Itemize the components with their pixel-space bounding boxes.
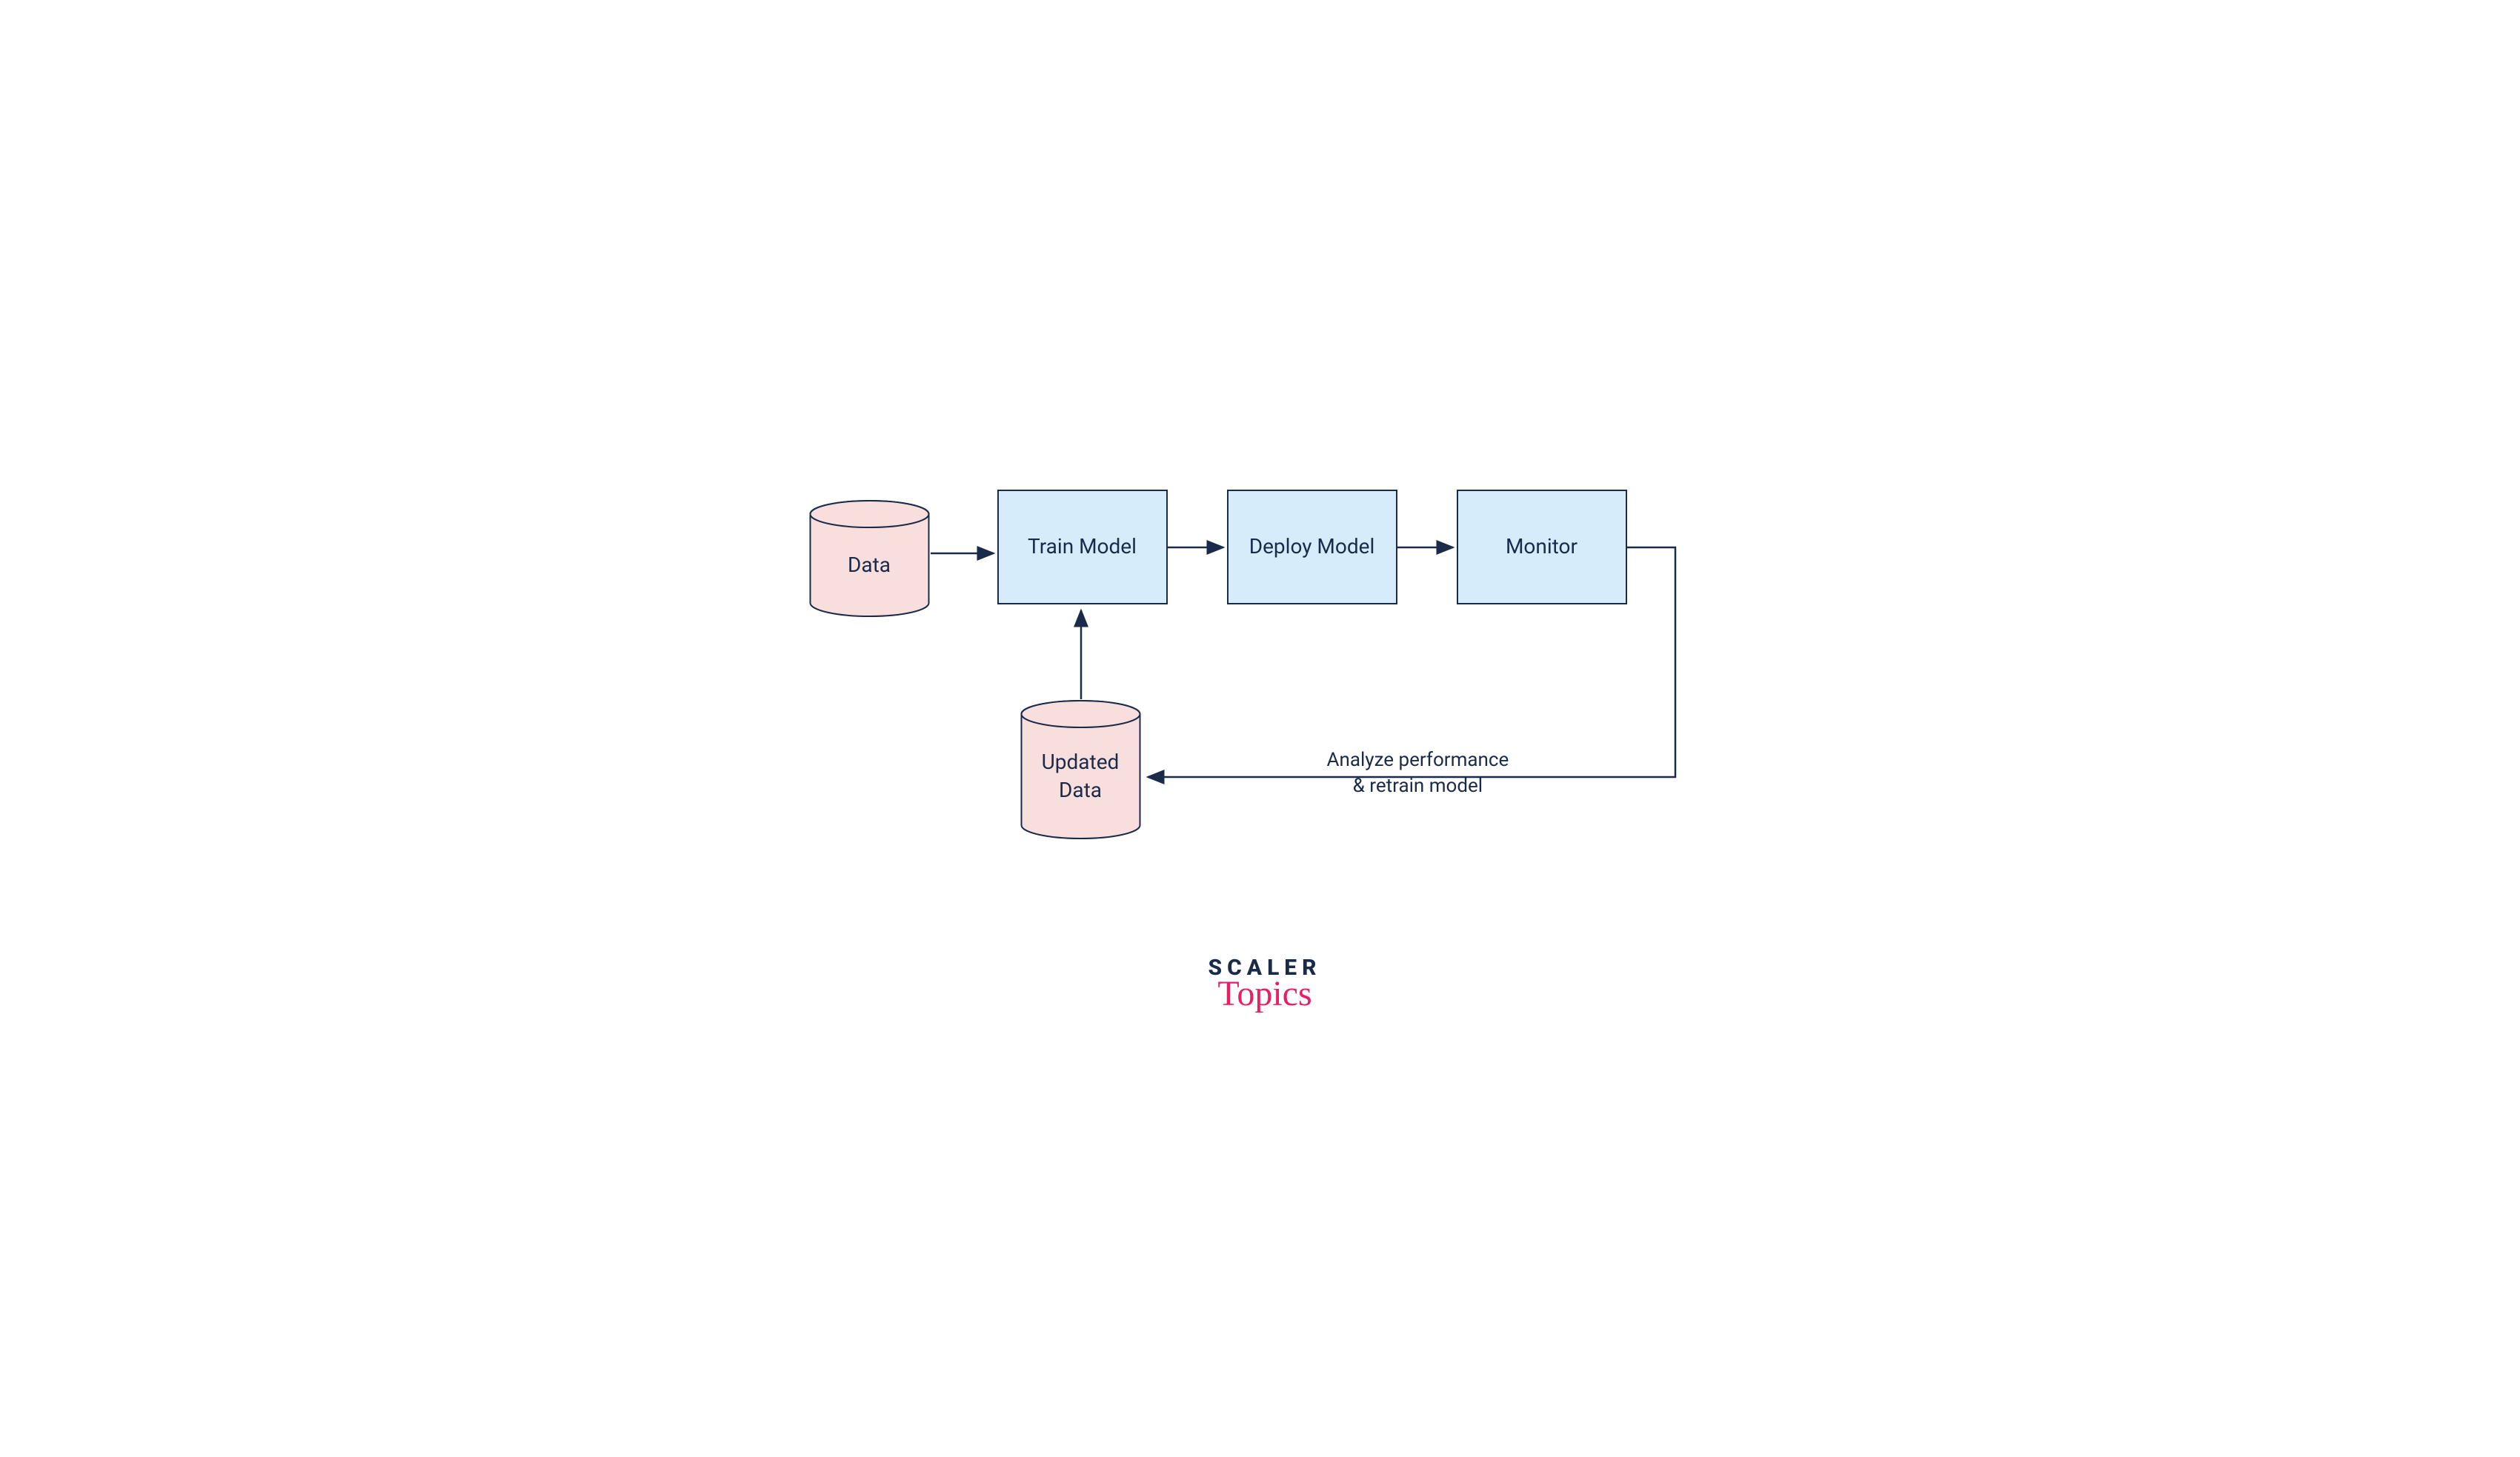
deploy-model-label: Deploy Model	[1249, 533, 1375, 561]
feedback-annotation: Analyze performance& retrain model	[1327, 747, 1509, 799]
updated-data-cylinder: UpdatedData	[1020, 699, 1142, 840]
updated-data-label: UpdatedData	[1042, 735, 1120, 804]
scaler-topics-logo: SCALER Topics	[1209, 955, 1322, 1014]
diagram-canvas: Data UpdatedData Train Model Deploy Mode…	[705, 407, 1816, 1051]
data-label: Data	[848, 538, 891, 579]
monitor-box: Monitor	[1457, 490, 1627, 604]
train-model-box: Train Model	[997, 490, 1168, 604]
train-model-label: Train Model	[1028, 533, 1137, 561]
deploy-model-box: Deploy Model	[1227, 490, 1397, 604]
logo-topics-word: Topics	[1209, 973, 1322, 1014]
data-cylinder: Data	[808, 499, 931, 618]
monitor-label: Monitor	[1506, 533, 1578, 561]
